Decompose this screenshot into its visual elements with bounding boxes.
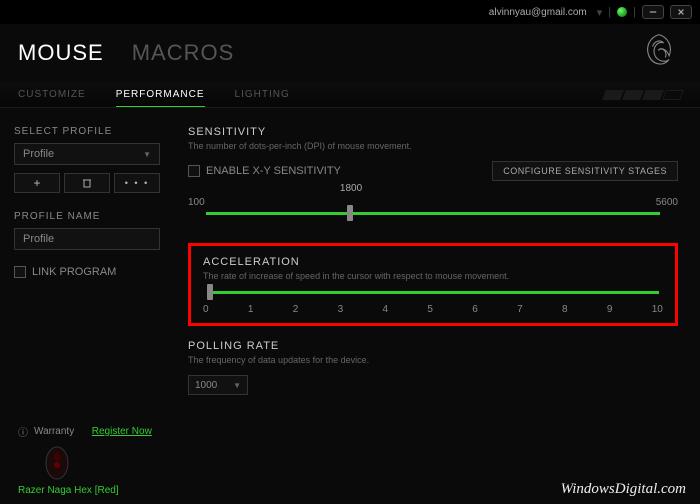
select-profile-label: SELECT PROFILE: [14, 126, 160, 137]
footer: ⓘ Warranty Register Now Razer Naga Hex […: [0, 418, 700, 504]
polling-title: POLLING RATE: [188, 340, 678, 352]
polling-desc: The frequency of data updates for the de…: [188, 355, 678, 365]
subtab-customize[interactable]: CUSTOMIZE: [18, 83, 86, 106]
warranty-label: Warranty: [34, 426, 74, 437]
sensitivity-desc: The number of dots-per-inch (DPI) of mou…: [188, 141, 678, 151]
profile-name-label: PROFILE NAME: [14, 211, 160, 222]
main-tabs: MOUSE MACROS: [0, 24, 700, 82]
subtab-lighting[interactable]: LIGHTING: [235, 83, 290, 106]
acceleration-title: ACCELERATION: [203, 256, 663, 268]
sensitivity-title: SENSITIVITY: [188, 126, 678, 138]
enable-xy-checkbox[interactable]: [188, 165, 200, 177]
link-program-checkbox[interactable]: [14, 266, 26, 278]
sensitivity-handle[interactable]: [347, 205, 353, 221]
profile-more-button[interactable]: • • •: [114, 173, 160, 193]
sidebar: SELECT PROFILE Profile ▼ + • • • PROFILE…: [0, 108, 174, 428]
acceleration-section: ACCELERATION The rate of increase of spe…: [188, 243, 678, 326]
polling-rate-dropdown[interactable]: 1000 ▼: [188, 375, 248, 395]
chevron-down-icon: ▼: [233, 381, 241, 390]
close-button[interactable]: [670, 5, 692, 19]
minimize-button[interactable]: [642, 5, 664, 19]
acceleration-desc: The rate of increase of speed in the cur…: [203, 271, 663, 281]
profile-dropdown[interactable]: Profile ▼: [14, 143, 160, 165]
enable-xy-label: ENABLE X-Y SENSITIVITY: [206, 165, 341, 177]
acceleration-ticks: 012345678910: [203, 304, 663, 315]
sensitivity-slider[interactable]: 1800 100 5600: [188, 197, 678, 215]
register-link[interactable]: Register Now: [92, 426, 152, 437]
acceleration-handle[interactable]: [207, 284, 213, 300]
account-email: alvinnyau@gmail.com: [489, 7, 587, 18]
title-bar: alvinnyau@gmail.com ▾ | |: [0, 0, 700, 24]
profile-name-input[interactable]: Profile: [14, 228, 160, 250]
acceleration-slider[interactable]: 012345678910: [203, 291, 663, 315]
razer-logo-icon: [636, 30, 682, 79]
online-status-icon: [617, 7, 627, 17]
main-panel: SENSITIVITY The number of dots-per-inch …: [174, 108, 700, 428]
link-program-label: LINK PROGRAM: [32, 266, 116, 278]
subtab-performance[interactable]: PERFORMANCE: [116, 83, 205, 107]
tab-mouse[interactable]: MOUSE: [18, 40, 104, 66]
watermark: WindowsDigital.com: [561, 481, 686, 498]
tab-macros[interactable]: MACROS: [132, 40, 235, 66]
sensitivity-value: 1800: [340, 183, 362, 194]
info-icon: ⓘ: [18, 424, 28, 439]
chevron-down-icon: ▼: [143, 150, 151, 159]
device-image: [42, 443, 72, 481]
add-profile-button[interactable]: +: [14, 173, 60, 193]
delete-profile-button[interactable]: [64, 173, 110, 193]
sub-tabs: CUSTOMIZE PERFORMANCE LIGHTING: [0, 82, 700, 108]
configure-stages-button[interactable]: CONFIGURE SENSITIVITY STAGES: [492, 161, 678, 181]
